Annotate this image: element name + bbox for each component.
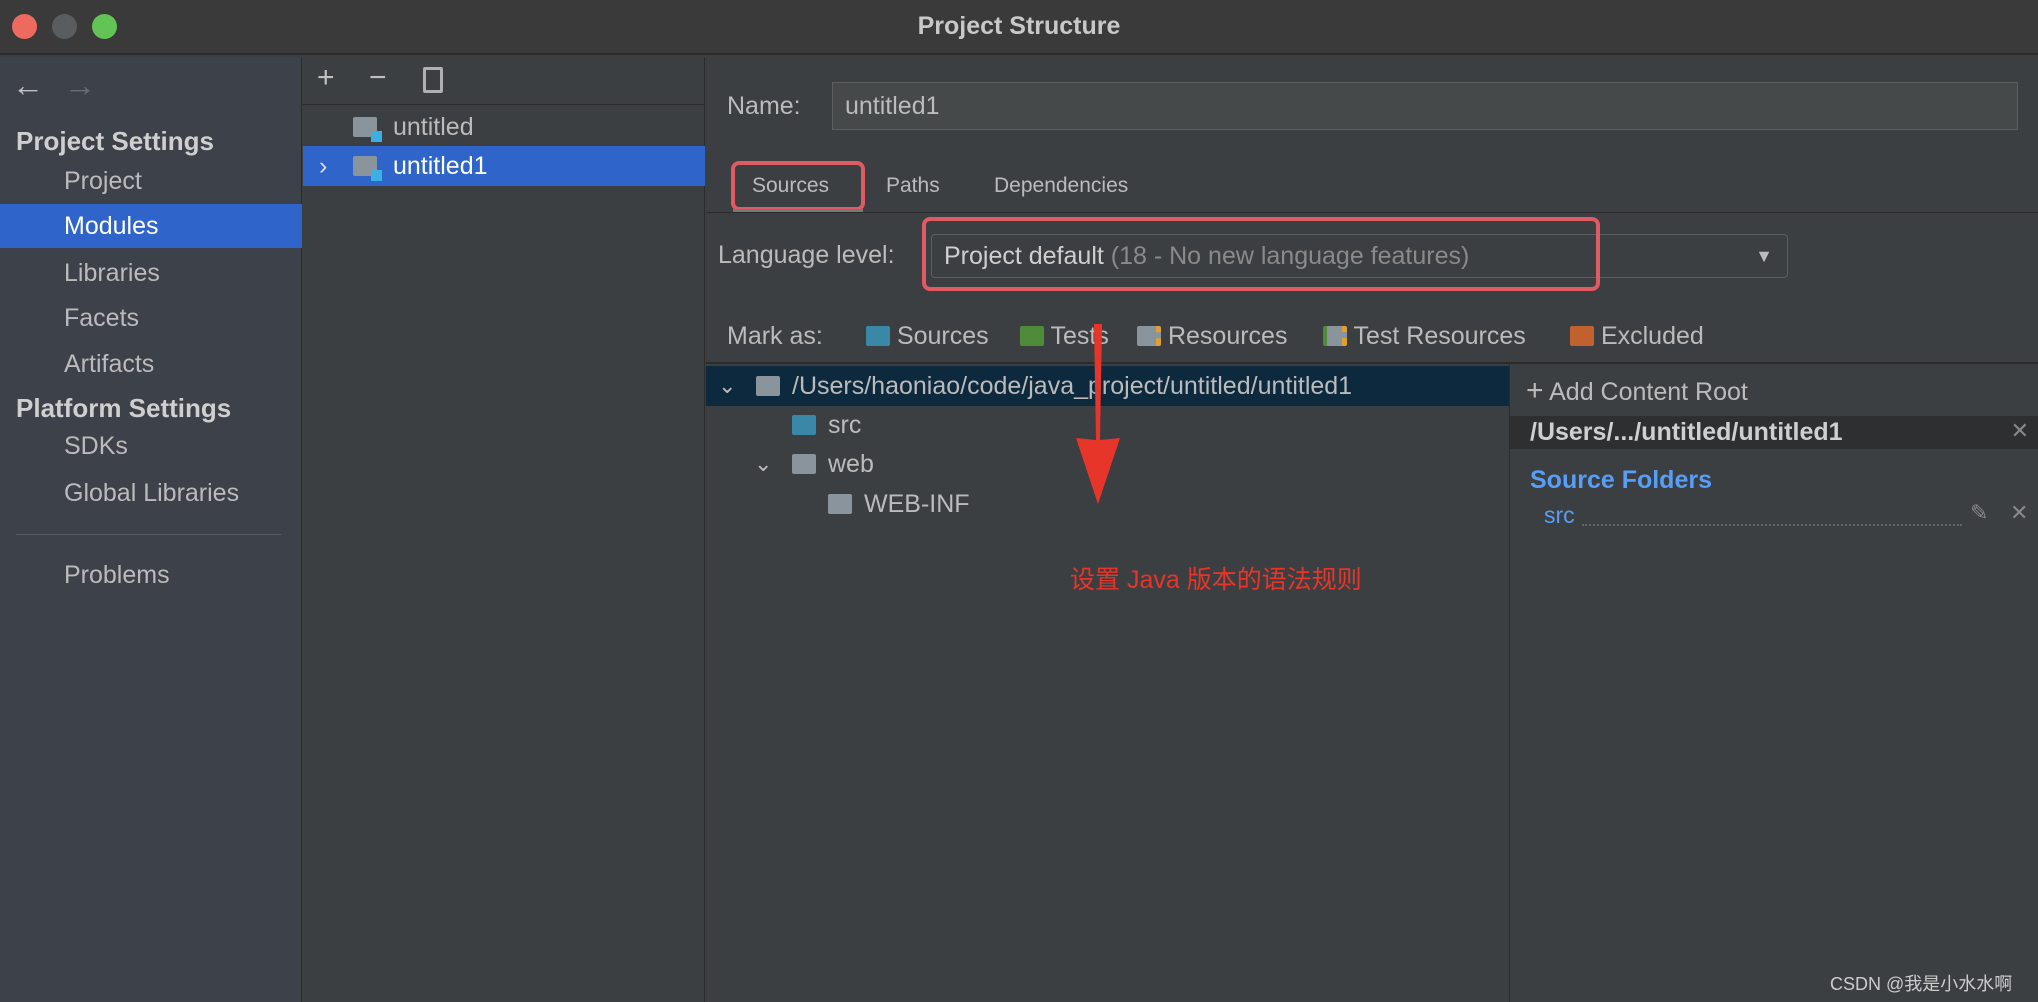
watermark: CSDN @我是小水水啊 [1830, 974, 2013, 994]
sidebar-item-artifacts[interactable]: Artifacts [0, 342, 302, 386]
annotation-arrow [1076, 324, 1120, 504]
divider [303, 104, 705, 105]
highlight-box [922, 217, 1600, 291]
sidebar-item-sdks[interactable]: SDKs [0, 424, 302, 468]
edit-icon[interactable]: ✎ [1970, 500, 1988, 526]
label: Excluded [1600, 322, 1704, 350]
module-list-panel: + − untitled › untitled1 [303, 57, 705, 1002]
chevron-down-icon[interactable]: ⌄ [718, 366, 736, 406]
tree-row[interactable]: ⌄ web [706, 444, 874, 484]
sidebar-item-facets[interactable]: Facets [0, 296, 302, 340]
mark-as-excluded[interactable]: Excluded [1570, 322, 1704, 351]
folder-icon [756, 376, 780, 396]
tree-row[interactable]: src [706, 405, 861, 445]
mark-as-test-resources[interactable]: Test Resources [1323, 322, 1526, 351]
label: Resources [1167, 322, 1288, 350]
platform-settings-heading: Platform Settings [16, 393, 232, 423]
sidebar-item-modules[interactable]: Modules [0, 204, 302, 248]
label: Sources [896, 322, 989, 350]
arrow-right-icon[interactable]: → [64, 67, 96, 104]
name-label: Name: [727, 92, 801, 120]
tab-dependencies[interactable]: Dependencies [994, 174, 1128, 198]
tab-paths[interactable]: Paths [886, 174, 940, 198]
tree-label: src [828, 411, 862, 439]
content-root-panel: + Add Content Root /Users/.../untitled/u… [1509, 364, 2038, 1002]
tree-label: web [828, 450, 874, 478]
mark-as-sources[interactable]: Sources [866, 322, 989, 351]
remove-module-button[interactable]: − [369, 61, 387, 95]
module-label: untitled1 [393, 152, 488, 180]
mark-as-resources[interactable]: Resources [1137, 322, 1287, 351]
project-settings-heading: Project Settings [16, 126, 214, 156]
mark-as-label: Mark as: [727, 322, 823, 350]
source-folder-item[interactable]: src [1544, 502, 1575, 529]
source-folders-heading: Source Folders [1530, 466, 1712, 494]
divider [16, 534, 282, 535]
add-content-root-button[interactable]: + Add Content Root [1526, 374, 1748, 408]
content-root-row[interactable]: /Users/.../untitled/untitled1 ✕ [1510, 416, 2038, 449]
module-item[interactable]: untitled [303, 107, 705, 147]
tab-sources[interactable]: Sources [752, 174, 829, 198]
window-title: Project Structure [917, 12, 1121, 40]
folder-icon [792, 454, 816, 474]
arrow-left-icon[interactable]: ← [12, 67, 44, 104]
chevron-down-icon[interactable]: ⌄ [754, 444, 772, 484]
name-field[interactable]: untitled1 [832, 82, 2018, 130]
dotted-leader [1582, 524, 1962, 526]
label: Test Resources [1353, 322, 1526, 350]
copy-icon[interactable] [423, 67, 443, 93]
chevron-right-icon[interactable]: › [319, 146, 327, 186]
divider [706, 212, 2038, 213]
content-root-path: /Users/.../untitled/untitled1 [1530, 418, 1843, 446]
sidebar: ← → Project Settings Project Modules Lib… [0, 57, 302, 1002]
language-level-label: Language level: [718, 241, 895, 269]
chevron-down-icon: ▼ [1755, 246, 1773, 266]
tree-label: WEB-INF [864, 490, 970, 518]
source-folder-icon [792, 415, 816, 435]
annotation-text: 设置 Java 版本的语法规则 [1070, 566, 1362, 594]
add-module-button[interactable]: + [317, 61, 335, 95]
sidebar-item-project[interactable]: Project [0, 159, 302, 203]
module-label: untitled [393, 113, 474, 141]
sidebar-item-libraries[interactable]: Libraries [0, 251, 302, 295]
title-bar: Project Structure [0, 0, 2038, 55]
tree-row[interactable]: WEB-INF [706, 484, 970, 524]
close-icon[interactable]: ✕ [2010, 500, 2028, 526]
sidebar-item-problems[interactable]: Problems [0, 553, 302, 597]
module-item[interactable]: › untitled1 [303, 146, 705, 186]
sidebar-item-global-libraries[interactable]: Global Libraries [0, 471, 302, 515]
folder-icon [828, 494, 852, 514]
close-icon[interactable]: ✕ [2011, 418, 2029, 444]
label: Add Content Root [1549, 378, 1748, 406]
plus-icon: + [1526, 374, 1544, 407]
